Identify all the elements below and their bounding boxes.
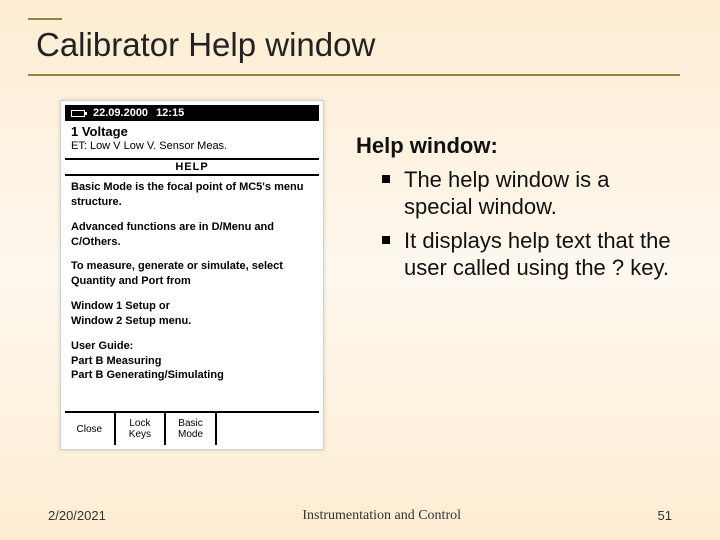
list-item: The help window is a special window. bbox=[382, 166, 680, 221]
footer-center: Instrumentation and Control bbox=[302, 508, 461, 524]
slide-title: Calibrator Help window bbox=[28, 26, 680, 72]
title-accent-top bbox=[28, 18, 62, 20]
battery-icon bbox=[71, 110, 85, 117]
help-p3: To measure, generate or simulate, select… bbox=[71, 259, 313, 289]
slide-title-block: Calibrator Help window bbox=[28, 18, 680, 76]
title-underline bbox=[28, 74, 680, 76]
footer-page: 51 bbox=[658, 508, 672, 524]
help-p5: Window 2 Setup menu. bbox=[71, 314, 313, 329]
device-screenshot: 22.09.2000 12:15 1 Voltage ET: Low V Low… bbox=[60, 100, 324, 450]
device-header: 1 Voltage ET: Low V Low V. Sensor Meas. bbox=[65, 121, 319, 160]
device-status-bar: 22.09.2000 12:15 bbox=[65, 105, 319, 121]
body-list: The help window is a special window. It … bbox=[356, 166, 680, 282]
device-header-line2: ET: Low V Low V. Sensor Meas. bbox=[71, 140, 313, 154]
status-date: 22.09.2000 bbox=[93, 107, 148, 119]
body-heading: Help window: bbox=[356, 132, 680, 160]
help-p7: Part B Measuring bbox=[71, 354, 313, 369]
slide-body-text: Help window: The help window is a specia… bbox=[356, 132, 680, 288]
status-time: 12:15 bbox=[156, 107, 184, 119]
list-item: It displays help text that the user call… bbox=[382, 227, 680, 282]
help-body: Basic Mode is the focal point of MC5's m… bbox=[65, 176, 319, 413]
help-p2: Advanced functions are in D/Menu and C/O… bbox=[71, 220, 313, 250]
softkey-basic-mode[interactable]: BasicMode bbox=[166, 413, 217, 445]
softkey-close[interactable]: Close bbox=[65, 413, 116, 445]
help-p8: Part B Generating/Simulating bbox=[71, 368, 313, 383]
device-header-line1: 1 Voltage bbox=[71, 124, 313, 140]
calibrator-device-screen: 22.09.2000 12:15 1 Voltage ET: Low V Low… bbox=[65, 105, 319, 445]
help-title-bar: HELP bbox=[65, 160, 319, 176]
soft-key-row: Close LockKeys BasicMode bbox=[65, 413, 319, 445]
help-p6: User Guide: bbox=[71, 339, 313, 354]
help-p1: Basic Mode is the focal point of MC5's m… bbox=[71, 180, 313, 210]
softkey-empty bbox=[217, 413, 319, 445]
help-p4: Window 1 Setup or bbox=[71, 299, 313, 314]
footer-date: 2/20/2021 bbox=[48, 508, 106, 524]
slide-footer: 2/20/2021 Instrumentation and Control 51 bbox=[48, 508, 672, 524]
softkey-lock-keys[interactable]: LockKeys bbox=[116, 413, 167, 445]
